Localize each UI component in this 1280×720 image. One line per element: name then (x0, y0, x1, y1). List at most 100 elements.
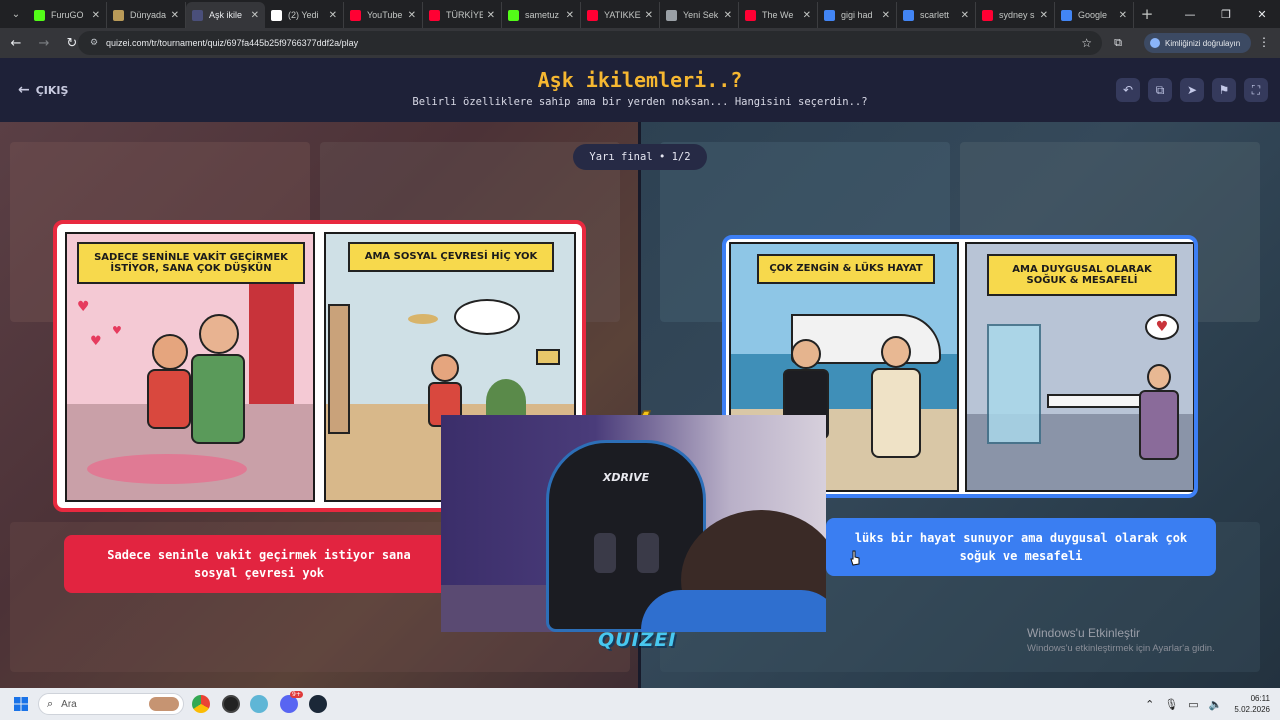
tab-close-icon[interactable]: ✕ (251, 10, 259, 21)
profile-label: Kimliğinizi doğrulayın (1165, 38, 1241, 48)
tab-label: The We (762, 10, 794, 20)
extensions-icon[interactable]: ⧉ (1110, 35, 1126, 51)
minimize-icon[interactable]: — (1172, 0, 1208, 28)
thought-bubble (454, 299, 520, 335)
windows-taskbar: ⌕ Ara 9+ ⌃ 🎙 ▭ 🔈 06:11 5.02.2026 (0, 688, 1280, 720)
browser-tab[interactable]: sydney s ✕ (976, 2, 1055, 28)
header-actions: ↶ ⧉ ➤ ⚑ ⛶ (1108, 78, 1268, 102)
display-icon[interactable]: ▭ (1188, 698, 1198, 711)
browser-toolbar: ← → ↻ ⚙ quizei.com/tr/tournament/quiz/69… (0, 28, 1280, 58)
chevron-up-icon[interactable]: ⌃ (1145, 698, 1154, 711)
back-arrow-icon[interactable]: ← (4, 31, 28, 55)
flag-icon[interactable]: ⚑ (1212, 78, 1236, 102)
caption-right-line1: lüks bir hayat sunuyor ama duygusal olar… (854, 531, 1188, 545)
rug (87, 454, 247, 484)
tab-list: FuruGO ✕ Dünyada ✕ Aşk ikile ✕ (2) Yedi ✕ YouTub… (28, 0, 1134, 28)
tab-label: sametuz (525, 10, 560, 20)
clock-time: 06:11 (1250, 694, 1270, 703)
browser-tab[interactable]: (2) Yedi ✕ (265, 2, 344, 28)
tab-close-icon[interactable]: ✕ (961, 10, 969, 21)
microphone-icon[interactable]: 🎙 (1164, 698, 1178, 711)
tab-label: TÜRKİYE (446, 10, 483, 20)
island (408, 314, 438, 324)
volume-icon[interactable]: 🔈 (1209, 698, 1223, 711)
browser-tab[interactable]: TÜRKİYE ✕ (423, 2, 502, 28)
browser-tab[interactable]: Aşk ikile ✕ (186, 2, 265, 28)
profile-button[interactable]: Kimliğinizi doğrulayın (1144, 33, 1251, 53)
close-window-icon[interactable]: ✕ (1244, 0, 1280, 28)
address-bar[interactable]: ⚙ quizei.com/tr/tournament/quiz/697fa445… (78, 31, 1102, 55)
new-tab-button[interactable]: + (1134, 1, 1160, 27)
tab-close-icon[interactable]: ✕ (487, 10, 495, 21)
browser-tab[interactable]: The We ✕ (739, 2, 818, 28)
door (328, 304, 350, 434)
app-taskbar-icon[interactable] (222, 695, 240, 713)
sad-woman-body (1139, 390, 1179, 460)
tab-search-chevron-icon[interactable]: ⌄ (4, 3, 28, 25)
sad-woman-head (1147, 364, 1171, 390)
share-icon[interactable]: ➤ (1180, 78, 1204, 102)
browser-tab[interactable]: Google ✕ (1055, 2, 1134, 28)
tab-close-icon[interactable]: ✕ (803, 10, 811, 21)
chrome-taskbar-icon[interactable] (192, 695, 210, 713)
tab-close-icon[interactable]: ✕ (1119, 10, 1127, 21)
tab-close-icon[interactable]: ✕ (408, 10, 416, 21)
fullscreen-icon[interactable]: ⛶ (1244, 78, 1268, 102)
copy-icon[interactable]: ⧉ (1148, 78, 1172, 102)
restore-icon[interactable]: ❐ (1208, 0, 1244, 28)
tab-close-icon[interactable]: ✕ (1040, 10, 1048, 21)
activation-watermark-subtitle: Windows'u etkinleştirmek için Ayarlar'a … (1027, 643, 1215, 654)
browser-tab[interactable]: Yeni Sek ✕ (660, 2, 739, 28)
quiz-subtitle: Belirli özelliklere sahip ama bir yerden… (412, 96, 868, 108)
browser-tab[interactable]: sametuz ✕ (502, 2, 581, 28)
browser-tab[interactable]: YATIKKE ✕ (581, 2, 660, 28)
browser-tab[interactable]: FuruGO ✕ (28, 2, 107, 28)
browser-tab[interactable]: YouTube ✕ (344, 2, 423, 28)
tab-close-icon[interactable]: ✕ (566, 10, 574, 21)
boy-head (152, 334, 188, 370)
profile-avatar-icon (1150, 38, 1160, 48)
caption-left-line1: Sadece seninle vakit geçirmek istiyor sa… (107, 548, 411, 562)
tab-label: Yeni Sek (683, 10, 719, 20)
panel-banner: AMA DUYGUSAL OLARAK SOĞUK & MESAFELİ (987, 254, 1177, 296)
youtube-icon (587, 9, 598, 21)
tab-label: Aşk ikile (209, 10, 243, 20)
tab-close-icon[interactable]: ✕ (645, 10, 653, 21)
option-caption-left[interactable]: Sadece seninle vakit geçirmek istiyor sa… (64, 535, 454, 593)
heart-icons: ♥ ♥ ♥ (77, 299, 122, 349)
undo-icon[interactable]: ↶ (1116, 78, 1140, 102)
windows-start-icon[interactable] (14, 697, 28, 711)
browser-tab[interactable]: Dünyada ✕ (107, 2, 186, 28)
activation-watermark-title: Windows'u Etkinleştir (1027, 626, 1140, 640)
app-taskbar-icon[interactable] (250, 695, 268, 713)
google-icon (903, 9, 914, 21)
search-icon: ⌕ (47, 697, 54, 710)
window-controls: — ❐ ✕ (1172, 0, 1280, 28)
tab-label: scarlett (920, 10, 950, 20)
quizei-icon (192, 9, 203, 21)
browser-menu-icon[interactable]: ⋮ (1258, 35, 1270, 49)
broken-heart-icon: ♥ (1145, 314, 1179, 340)
k-icon (34, 9, 45, 21)
tab-label: sydney s (999, 10, 1035, 20)
tab-close-icon[interactable]: ✕ (92, 10, 100, 21)
forward-arrow-icon[interactable]: → (32, 31, 56, 55)
steam-taskbar-icon[interactable] (309, 695, 327, 713)
browser-tab[interactable]: scarlett ✕ (897, 2, 976, 28)
screen: { "browser": { "tabs": [ {"label": "Furu… (0, 0, 1280, 720)
hand-cursor-icon (850, 550, 860, 566)
bookmark-star-icon[interactable]: ☆ (1081, 36, 1092, 50)
tab-close-icon[interactable]: ✕ (329, 10, 337, 21)
discord-taskbar-icon[interactable]: 9+ (280, 691, 303, 713)
browser-tab[interactable]: gigi had ✕ (818, 2, 897, 28)
tab-close-icon[interactable]: ✕ (171, 10, 179, 21)
taskbar-search[interactable]: ⌕ Ara (38, 693, 184, 715)
site-info-icon[interactable]: ⚙ (88, 37, 100, 49)
tab-close-icon[interactable]: ✕ (724, 10, 732, 21)
option-caption-right[interactable]: lüks bir hayat sunuyor ama duygusal olar… (826, 518, 1216, 576)
clock[interactable]: 06:11 5.02.2026 (1234, 693, 1270, 715)
quiz-header: ← ÇIKIŞ Aşk ikilemleri..? Belirli özelli… (0, 58, 1280, 122)
comic-panel-cold: ♥ AMA DUYGUSAL OLARAK SOĞUK & MESAFELİ (965, 242, 1194, 492)
tab-close-icon[interactable]: ✕ (882, 10, 890, 21)
browser-tab-strip: ⌄ FuruGO ✕ Dünyada ✕ Aşk ikile ✕ (2) Yedi ✕ YouT… (0, 0, 1280, 28)
